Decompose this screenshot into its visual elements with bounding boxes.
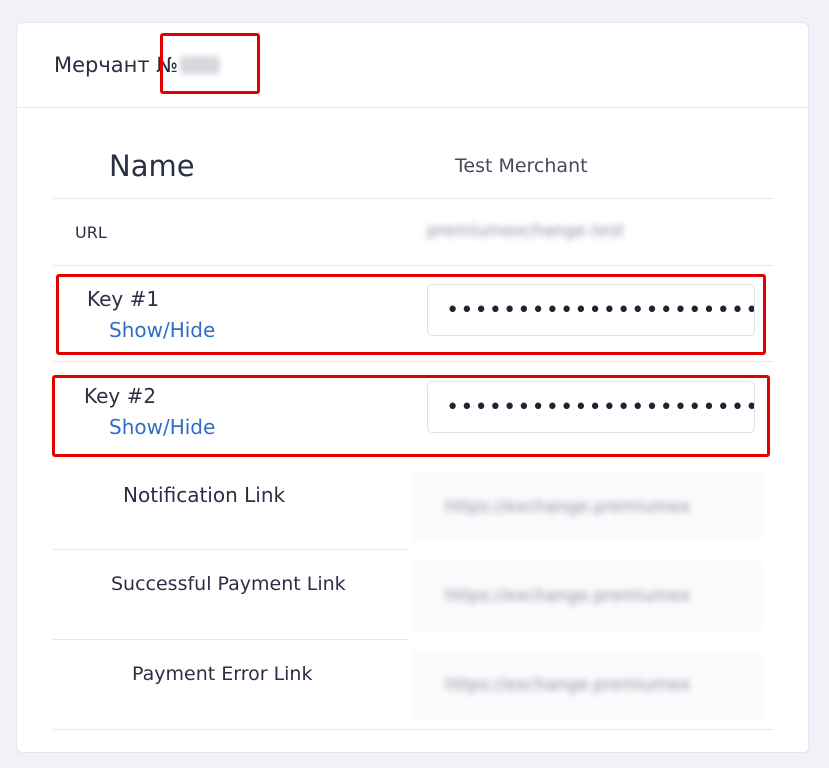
notification-link-value[interactable]: https://exchange.premiumex — [445, 497, 691, 517]
success-link-value[interactable]: https://exchange.premiumex — [445, 586, 691, 606]
name-label: Name — [109, 149, 195, 183]
row-divider — [53, 639, 409, 640]
row-divider — [53, 361, 774, 362]
card-header: Мерчант № — [17, 23, 808, 108]
row-divider — [53, 729, 774, 730]
merchant-id-redacted — [180, 56, 221, 74]
key2-show-hide-link[interactable]: Show/Hide — [109, 415, 215, 439]
key1-label: Key #1 — [87, 287, 160, 311]
success-link-label: Successful Payment Link — [111, 573, 346, 595]
url-value: premiumexchange.test — [427, 221, 625, 241]
notification-link-label: Notification Link — [123, 483, 286, 507]
key2-label: Key #2 — [84, 384, 157, 408]
url-label: URL — [75, 223, 107, 242]
merchant-title-text: Мерчант № — [54, 53, 179, 77]
row-divider — [53, 265, 774, 266]
merchant-card: Мерчант № Name Test Merchant URL premium… — [16, 22, 809, 753]
error-link-value[interactable]: https://exchange.premiumex — [445, 675, 691, 695]
error-link-label: Payment Error Link — [132, 663, 313, 685]
key2-input[interactable] — [427, 381, 755, 433]
row-divider — [53, 198, 774, 199]
name-value: Test Merchant — [455, 155, 588, 177]
row-divider — [53, 549, 409, 550]
key1-show-hide-link[interactable]: Show/Hide — [109, 318, 215, 342]
merchant-title: Мерчант № — [54, 53, 221, 77]
key1-input[interactable] — [427, 284, 755, 336]
